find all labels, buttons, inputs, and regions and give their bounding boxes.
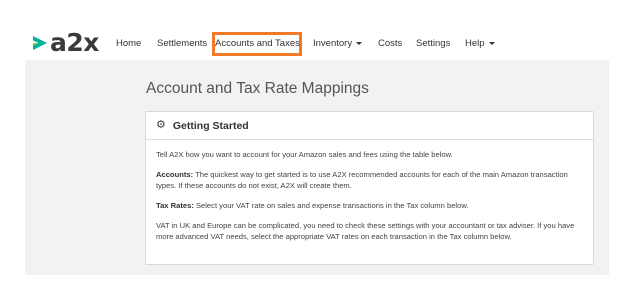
gear-icon: ⚙: [156, 119, 166, 131]
tax-rates-text: Select your VAT rate on sales and expens…: [193, 201, 469, 210]
chevron-down-icon: [356, 41, 363, 45]
tax-rates-label: Tax Rates:: [156, 201, 194, 210]
nav-costs-label: Costs: [378, 38, 403, 49]
nav-accounts-and-taxes[interactable]: Accounts and Taxes: [212, 32, 302, 56]
vat-text: VAT in UK and Europe can be complicated,…: [156, 221, 575, 241]
a2x-logo[interactable]: a2x: [32, 30, 99, 56]
panel-title: Getting Started: [172, 119, 249, 132]
nav-costs[interactable]: Costs: [378, 38, 402, 50]
nav-settlements[interactable]: Settlements: [157, 38, 207, 50]
top-navbar: a2x Home Settlements Accounts and Taxes …: [0, 0, 624, 60]
nav-settings-label: Settings: [416, 38, 451, 49]
nav-help[interactable]: Help: [465, 38, 495, 50]
nav-home-label: Home: [116, 38, 142, 49]
nav-accounts-and-taxes-label: Accounts and Taxes: [215, 38, 300, 49]
nav-home[interactable]: Home: [116, 38, 141, 50]
chevron-down-icon: [488, 41, 495, 45]
accounts-paragraph: Accounts: The quickest way to get starte…: [156, 169, 585, 191]
panel-header: ⚙ Getting Started: [146, 112, 593, 140]
tax-rates-paragraph: Tax Rates: Select your VAT rate on sales…: [156, 200, 585, 211]
getting-started-panel: ⚙ Getting Started Tell A2X how you want …: [145, 111, 594, 265]
accounts-label: Accounts:: [156, 170, 194, 179]
nav-inventory[interactable]: Inventory: [313, 38, 363, 50]
nav-settlements-label: Settlements: [157, 38, 208, 49]
page-title: Account and Tax Rate Mappings: [146, 80, 369, 97]
panel-body: Tell A2X how you want to account for you…: [146, 140, 593, 242]
nav-help-label: Help: [465, 38, 485, 49]
accounts-text: The quickest way to get started is to us…: [156, 170, 568, 190]
logo-chevron-icon: [33, 36, 47, 50]
nav-inventory-label: Inventory: [313, 38, 353, 49]
intro-text: Tell A2X how you want to account for you…: [156, 150, 453, 159]
nav-settings[interactable]: Settings: [416, 38, 450, 50]
logo-text: a2x: [50, 28, 99, 57]
